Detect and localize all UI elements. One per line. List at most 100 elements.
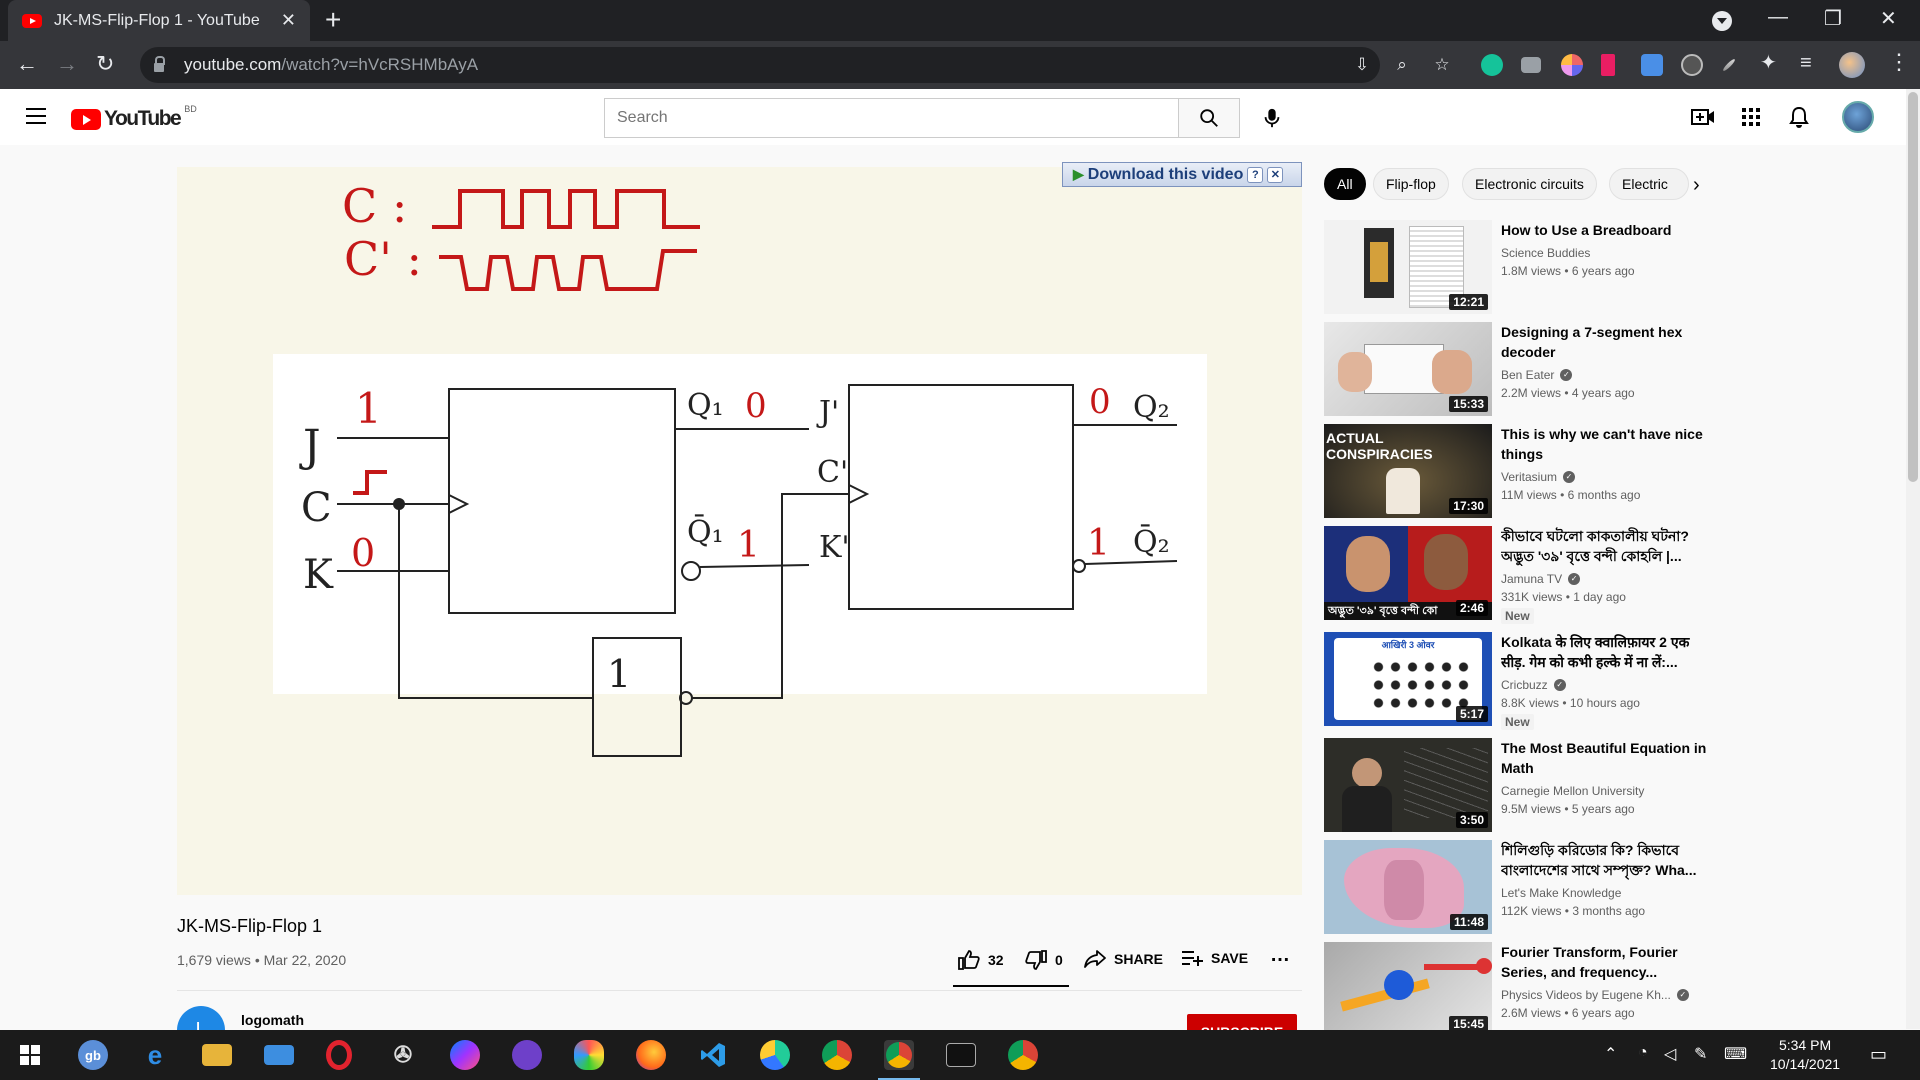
like-button[interactable]: 32 [958, 950, 1004, 970]
tray-overflow-icon[interactable]: ⌃ [1604, 1044, 1617, 1064]
file-explorer-icon[interactable] [202, 1044, 232, 1066]
tab-search-icon[interactable] [1712, 11, 1732, 31]
pocket-extension-icon[interactable] [1601, 54, 1615, 76]
video-thumbnail[interactable]: आखिरी 3 ओवर 5:17 [1324, 632, 1492, 726]
recommendation-item[interactable]: ACTUAL CONSPIRACIES 17:30 This is why we… [1324, 424, 1704, 518]
pen-extension-icon[interactable] [1721, 57, 1737, 73]
extensions-puzzle-icon[interactable]: ✦ [1760, 50, 1777, 76]
hamburger-menu-icon[interactable] [26, 108, 46, 124]
pen-workspace-icon[interactable]: ✎ [1694, 1044, 1707, 1064]
chrome-profile-icon[interactable] [1008, 1040, 1038, 1070]
video-thumbnail[interactable]: 15:45 [1324, 942, 1492, 1036]
keyboard-icon[interactable]: ⌨ [1724, 1044, 1747, 1064]
messenger-icon[interactable] [450, 1040, 480, 1070]
chip-electronic-circuits[interactable]: Electronic circuits [1462, 168, 1597, 200]
channel-name[interactable]: Ben Eater ✓ [1501, 366, 1711, 384]
recommendation-item[interactable]: 11:48 শিলিগুড়ি করিডোর কি? কিভাবে বাংলাদ… [1324, 840, 1704, 934]
video-thumbnail[interactable]: অদ্ভুত '৩৯' বৃত্তে বন্দী কো 2:46 [1324, 526, 1492, 620]
channel-name[interactable]: logomath [241, 1012, 304, 1028]
share-button[interactable]: SHARE [1084, 950, 1163, 968]
address-bar[interactable]: youtube.com/watch?v=hVcRSHMbAyA ⇩ ⌕ ☆ [140, 47, 1450, 83]
color-extension-icon[interactable] [1561, 54, 1583, 76]
recommendation-item[interactable]: 15:33 Designing a 7-segment hex decoder … [1324, 322, 1704, 416]
wifi-icon[interactable]: ◔ [1638, 1044, 1648, 1062]
vscode-icon[interactable] [698, 1040, 728, 1070]
browser-profile-avatar[interactable] [1839, 52, 1865, 78]
channel-name[interactable]: Jamuna TV ✓ [1501, 570, 1711, 588]
channel-name[interactable]: Carnegie Mellon University [1501, 782, 1711, 800]
reload-icon[interactable]: ↻ [96, 51, 114, 77]
channel-name[interactable]: Veritasium ✓ [1501, 468, 1711, 486]
new-tab-button[interactable]: + [325, 5, 341, 35]
search-input[interactable] [604, 98, 1179, 138]
browser-menu-icon[interactable]: ⋮ [1888, 49, 1910, 75]
gb-app-icon[interactable]: gb [78, 1040, 108, 1070]
voice-search-button[interactable] [1256, 102, 1288, 134]
minimize-button[interactable]: — [1768, 6, 1788, 29]
chip-electric[interactable]: Electric [1609, 168, 1689, 200]
channel-name[interactable]: Let's Make Knowledge [1501, 884, 1711, 902]
channel-name[interactable]: Science Buddies [1501, 244, 1711, 262]
screen-extension-icon[interactable] [1681, 54, 1703, 76]
paint-app-icon[interactable] [574, 1040, 604, 1070]
zoom-icon[interactable]: ⌕ [1392, 55, 1412, 75]
browser-tab-active[interactable]: JK-MS-Flip-Flop 1 - YouTube ✕ [8, 0, 310, 41]
chips-next-arrow-icon[interactable]: › [1693, 174, 1700, 197]
download-extension-icon[interactable] [1641, 54, 1663, 76]
video-thumbnail[interactable]: 12:21 [1324, 220, 1492, 314]
video-thumbnail[interactable]: 11:48 [1324, 840, 1492, 934]
bookmark-star-icon[interactable]: ☆ [1432, 55, 1452, 75]
back-arrow-icon[interactable]: ← [16, 51, 38, 77]
channel-name[interactable]: Cricbuzz ✓ [1501, 676, 1711, 694]
video-thumbnail[interactable]: 15:33 [1324, 322, 1492, 416]
mail-icon[interactable] [264, 1045, 294, 1065]
firefox-icon[interactable] [636, 1040, 666, 1070]
youtube-logo[interactable]: YouTube BD [71, 104, 197, 131]
video-title[interactable]: How to Use a Breadboard [1501, 220, 1711, 240]
channel-name[interactable]: Physics Videos by Eugene Kh... ✓ [1501, 986, 1711, 1004]
save-button[interactable]: SAVE [1181, 950, 1248, 966]
notification-center-icon[interactable]: ▭ [1870, 1044, 1887, 1065]
help-icon[interactable]: ? [1247, 166, 1264, 183]
create-video-button[interactable] [1691, 105, 1715, 129]
notifications-button[interactable] [1787, 105, 1811, 129]
video-thumbnail[interactable]: 3:50 [1324, 738, 1492, 832]
video-title[interactable]: শিলিগুড়ি করিডোর কি? কিভাবে বাংলাদেশের স… [1501, 840, 1711, 880]
apps-button[interactable] [1739, 105, 1763, 129]
chip-flip-flop[interactable]: Flip-flop [1373, 168, 1449, 200]
dismiss-icon[interactable]: ✕ [1267, 166, 1284, 183]
globe-app-icon[interactable] [760, 1040, 790, 1070]
video-thumbnail[interactable]: ACTUAL CONSPIRACIES 17:30 [1324, 424, 1492, 518]
install-app-icon[interactable]: ⇩ [1352, 55, 1372, 75]
video-title[interactable]: This is why we can't have nice things [1501, 424, 1711, 464]
recommendation-item[interactable]: आखिरी 3 ओवर 5:17 Kolkata के लिए क्वालिफ़… [1324, 632, 1704, 730]
recommendation-item[interactable]: অদ্ভুত '৩৯' বৃত্তে বন্দী কো 2:46 কীভাবে … [1324, 526, 1704, 624]
video-title[interactable]: কীভাবে ঘটলো কাকতালীয় ঘটনা? অদ্ভুত '৩৯' … [1501, 526, 1711, 566]
search-button[interactable] [1178, 98, 1240, 138]
recommendation-item[interactable]: 3:50 The Most Beautiful Equation in Math… [1324, 738, 1706, 832]
satellite-app-icon[interactable]: ✇ [388, 1040, 418, 1070]
video-title[interactable]: The Most Beautiful Equation in Math [1501, 738, 1711, 778]
tab-close-icon[interactable]: ✕ [281, 10, 296, 31]
chrome-active-icon[interactable] [878, 1040, 920, 1080]
camera-extension-icon[interactable] [1521, 57, 1541, 73]
github-desktop-icon[interactable] [512, 1040, 542, 1070]
recommendation-item[interactable]: 12:21 How to Use a Breadboard Science Bu… [1324, 220, 1704, 314]
grammarly-extension-icon[interactable] [1481, 54, 1503, 76]
window-close-button[interactable]: ✕ [1880, 6, 1897, 31]
dislike-button[interactable]: 0 [1025, 950, 1063, 970]
video-player[interactable]: C : C' : J C K 1 0 Q₁ 0 Q̄₁ 1 1 J' C' K'… [177, 167, 1302, 895]
video-title[interactable]: Designing a 7-segment hex decoder [1501, 322, 1711, 362]
download-video-button[interactable]: ▶ Download this video ? ✕ [1062, 162, 1302, 187]
page-scrollbar-thumb[interactable] [1908, 92, 1918, 482]
video-title[interactable]: Kolkata के लिए क्वालिफ़ायर 2 एक सीड़. गे… [1501, 632, 1711, 672]
media-queue-icon[interactable]: ≡ [1800, 50, 1812, 76]
video-title[interactable]: Fourier Transform, Fourier Series, and f… [1501, 942, 1711, 982]
edge-browser-icon[interactable]: e [140, 1040, 170, 1070]
volume-icon[interactable]: ◁ [1664, 1044, 1676, 1064]
windows-start-icon[interactable] [15, 1040, 45, 1070]
user-avatar[interactable] [1842, 101, 1874, 133]
chrome-icon[interactable] [822, 1040, 852, 1070]
forward-arrow-icon[interactable]: → [56, 51, 78, 77]
restore-button[interactable]: ❐ [1824, 6, 1842, 31]
